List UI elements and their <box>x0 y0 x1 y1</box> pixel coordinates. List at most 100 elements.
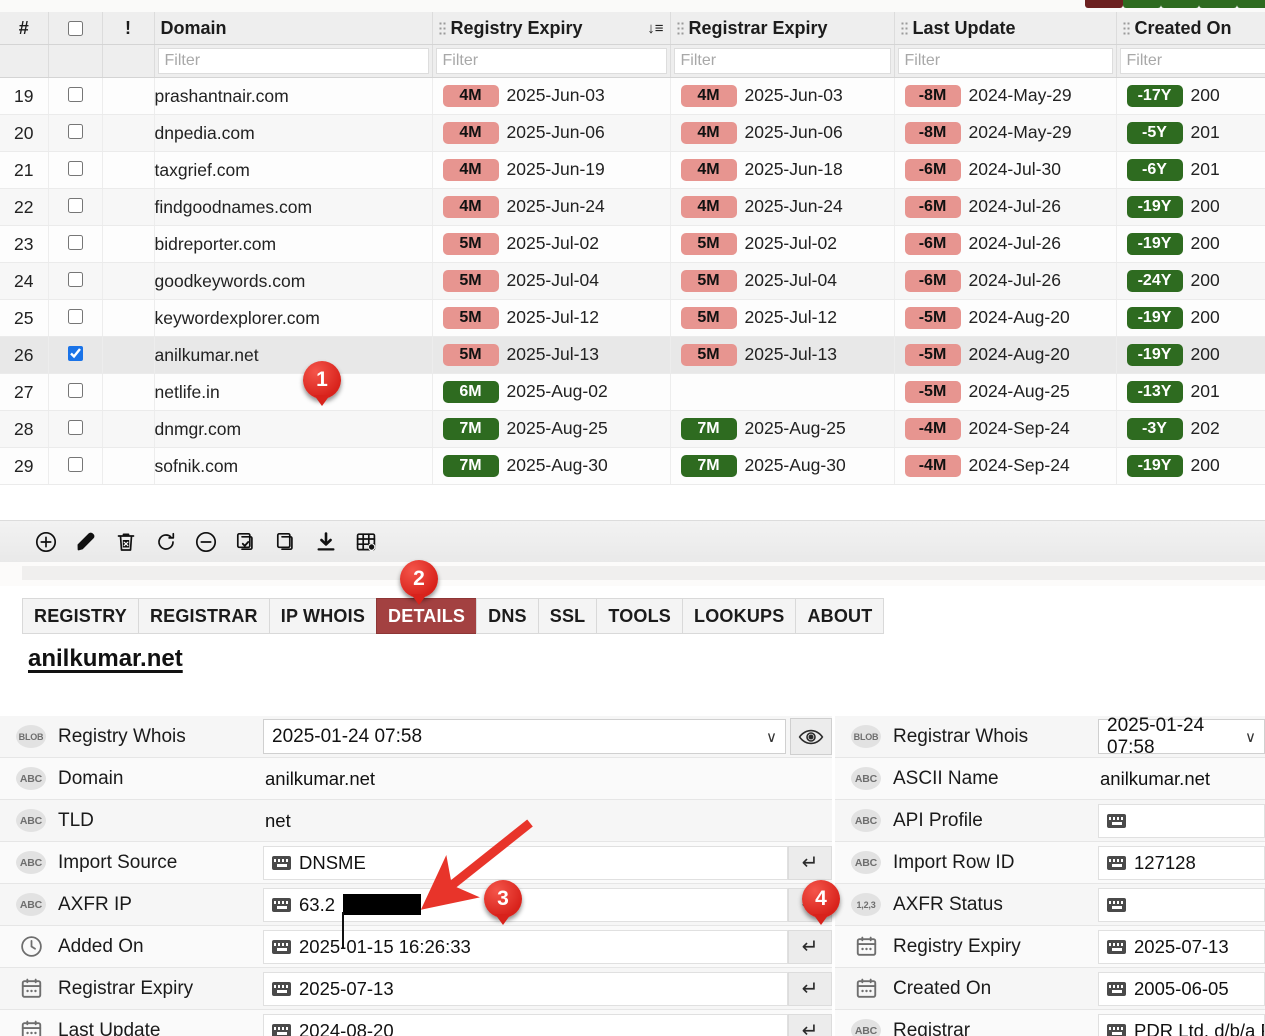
top-action-button[interactable] <box>1123 0 1161 8</box>
domain-cell[interactable]: prashantnair.com <box>154 77 433 115</box>
table-row[interactable]: 21 taxgrief.com 4M 2025-Jun-19 4M 2025-Jun-18… <box>0 151 1265 189</box>
top-action-button[interactable] <box>1199 0 1237 8</box>
row-checkbox[interactable] <box>67 382 83 398</box>
commit-enter-button[interactable]: ↵ <box>788 1013 832 1036</box>
commit-enter-button[interactable]: ↵ <box>788 845 832 880</box>
column-header-domain[interactable]: Domain <box>154 12 433 45</box>
top-action-button[interactable] <box>1085 0 1123 8</box>
top-action-button[interactable] <box>1237 0 1265 8</box>
tab-lookups[interactable]: LOOKUPS <box>682 598 797 634</box>
add-circle-icon[interactable] <box>28 524 64 560</box>
row-select-cell[interactable] <box>48 299 103 337</box>
table-row[interactable]: 26 anilkumar.net 5M 2025-Jul-13 5M 2025-Jul-1… <box>0 336 1265 374</box>
copy-icon[interactable] <box>268 524 304 560</box>
column-header-registry_expiry[interactable]: Registry Expiry ↓≡ <box>432 12 671 45</box>
domain-cell[interactable]: dnpedia.com <box>154 114 433 152</box>
row-select-cell[interactable] <box>48 77 103 115</box>
copy-check-icon[interactable] <box>228 524 264 560</box>
column-resize-grip-icon[interactable] <box>900 21 908 35</box>
row-checkbox[interactable] <box>67 234 83 250</box>
delete-trash-icon[interactable] <box>108 524 144 560</box>
column-header-last_update[interactable]: Last Update <box>894 12 1117 45</box>
download-icon[interactable] <box>308 524 344 560</box>
row-select-cell[interactable] <box>48 262 103 300</box>
table-row[interactable]: 24 goodkeywords.com 5M 2025-Jul-04 5M 2025-Ju… <box>0 262 1265 300</box>
whois-select[interactable]: 2025-01-24 07:58 ∨ <box>263 719 786 754</box>
detail-input[interactable]: DNSME <box>263 845 788 880</box>
detail-input[interactable] <box>1098 887 1265 922</box>
row-checkbox[interactable] <box>67 419 83 435</box>
tab-about[interactable]: ABOUT <box>795 598 885 634</box>
row-select-cell[interactable] <box>48 373 103 411</box>
domain-cell[interactable]: netlife.in <box>154 373 433 411</box>
tab-tools[interactable]: TOOLS <box>596 598 684 634</box>
detail-input[interactable]: 2025-07-13 <box>263 971 788 1006</box>
row-select-cell[interactable] <box>48 447 103 485</box>
row-select-cell[interactable] <box>48 188 103 226</box>
row-select-cell[interactable] <box>48 151 103 189</box>
remove-circle-icon[interactable] <box>188 524 224 560</box>
filter-input-registrar_expiry[interactable] <box>673 48 891 74</box>
row-checkbox[interactable] <box>67 345 83 361</box>
chevron-down-icon[interactable]: ∨ <box>766 728 777 746</box>
domain-cell[interactable]: keywordexplorer.com <box>154 299 433 337</box>
commit-enter-button[interactable]: ↵ <box>788 929 832 964</box>
detail-input[interactable]: PDR Ltd. d/b/a P <box>1098 1013 1265 1036</box>
table-row[interactable]: 28 dnmgr.com 7M 2025-Aug-25 7M 2025-Aug-25 -4M… <box>0 410 1265 448</box>
detail-input[interactable]: 127128 <box>1098 845 1265 880</box>
table-row[interactable]: 20 dnpedia.com 4M 2025-Jun-06 4M 2025-Jun-06 -… <box>0 114 1265 152</box>
column-resize-grip-icon[interactable] <box>1122 21 1130 35</box>
commit-enter-button[interactable]: ↵ <box>788 971 832 1006</box>
domain-cell[interactable]: taxgrief.com <box>154 151 433 189</box>
row-select-cell[interactable] <box>48 410 103 448</box>
top-action-button[interactable] <box>1161 0 1199 8</box>
edit-pencil-icon[interactable] <box>68 524 104 560</box>
filter-input-last_update[interactable] <box>897 48 1113 74</box>
row-checkbox[interactable] <box>67 271 83 287</box>
tab-ip-whois[interactable]: IP WHOIS <box>268 598 378 634</box>
filter-input-registry_expiry[interactable] <box>435 48 667 74</box>
row-checkbox[interactable] <box>67 308 83 324</box>
row-select-cell[interactable] <box>48 114 103 152</box>
domain-cell[interactable]: anilkumar.net <box>154 336 433 374</box>
column-header-created_on[interactable]: Created On <box>1116 12 1265 45</box>
refresh-icon[interactable] <box>148 524 184 560</box>
filter-cell-created_on[interactable] <box>1116 44 1265 78</box>
table-row[interactable]: 19 prashantnair.com 4M 2025-Jun-03 4M 2025-Ju… <box>0 77 1265 115</box>
row-checkbox[interactable] <box>67 160 83 176</box>
chevron-down-icon[interactable]: ∨ <box>1245 728 1256 746</box>
filter-cell-domain[interactable] <box>154 44 433 78</box>
table-row[interactable]: 22 findgoodnames.com 4M 2025-Jun-24 4M 2025-J… <box>0 188 1265 226</box>
row-checkbox[interactable] <box>67 197 83 213</box>
filter-cell-registrar_expiry[interactable] <box>670 44 895 78</box>
detail-input[interactable]: 2024-08-20 <box>263 1013 788 1036</box>
row-select-cell[interactable] <box>48 225 103 263</box>
filter-input-created_on[interactable] <box>1119 48 1265 74</box>
whois-select[interactable]: 2025-01-24 07:58 ∨ <box>1098 715 1265 758</box>
sort-descending-icon[interactable]: ↓≡ <box>647 21 663 36</box>
detail-input[interactable]: 2025-07-13 <box>1098 929 1265 964</box>
table-row[interactable]: 29 sofnik.com 7M 2025-Aug-30 7M 2025-Aug-30 -4… <box>0 447 1265 485</box>
column-header-check[interactable] <box>48 12 103 45</box>
domain-cell[interactable]: dnmgr.com <box>154 410 433 448</box>
row-checkbox[interactable] <box>67 123 83 139</box>
table-row[interactable]: 27 netlife.in 6M 2025-Aug-02 -5M 2024-Aug-25-… <box>0 373 1265 411</box>
row-select-cell[interactable] <box>48 336 103 374</box>
filter-input-domain[interactable] <box>157 48 429 74</box>
column-header-num[interactable]: # <box>0 12 49 45</box>
row-checkbox[interactable] <box>67 86 83 102</box>
table-row[interactable]: 25 keywordexplorer.com 5M 2025-Jul-12 5M 2025… <box>0 299 1265 337</box>
tab-ssl[interactable]: SSL <box>537 598 598 634</box>
table-settings-icon[interactable] <box>348 524 384 560</box>
view-eye-button[interactable] <box>790 718 832 755</box>
select-all-checkbox[interactable] <box>67 20 83 36</box>
row-checkbox[interactable] <box>67 456 83 472</box>
tab-registrar[interactable]: REGISTRAR <box>137 598 270 634</box>
domain-cell[interactable]: goodkeywords.com <box>154 262 433 300</box>
domain-cell[interactable]: sofnik.com <box>154 447 433 485</box>
detail-input[interactable]: 2005-06-05 <box>1098 971 1265 1006</box>
table-row[interactable]: 23 bidreporter.com 5M 2025-Jul-02 5M 2025-Jul… <box>0 225 1265 263</box>
tab-dns[interactable]: DNS <box>476 598 539 634</box>
column-resize-grip-icon[interactable] <box>438 21 446 35</box>
domain-cell[interactable]: findgoodnames.com <box>154 188 433 226</box>
